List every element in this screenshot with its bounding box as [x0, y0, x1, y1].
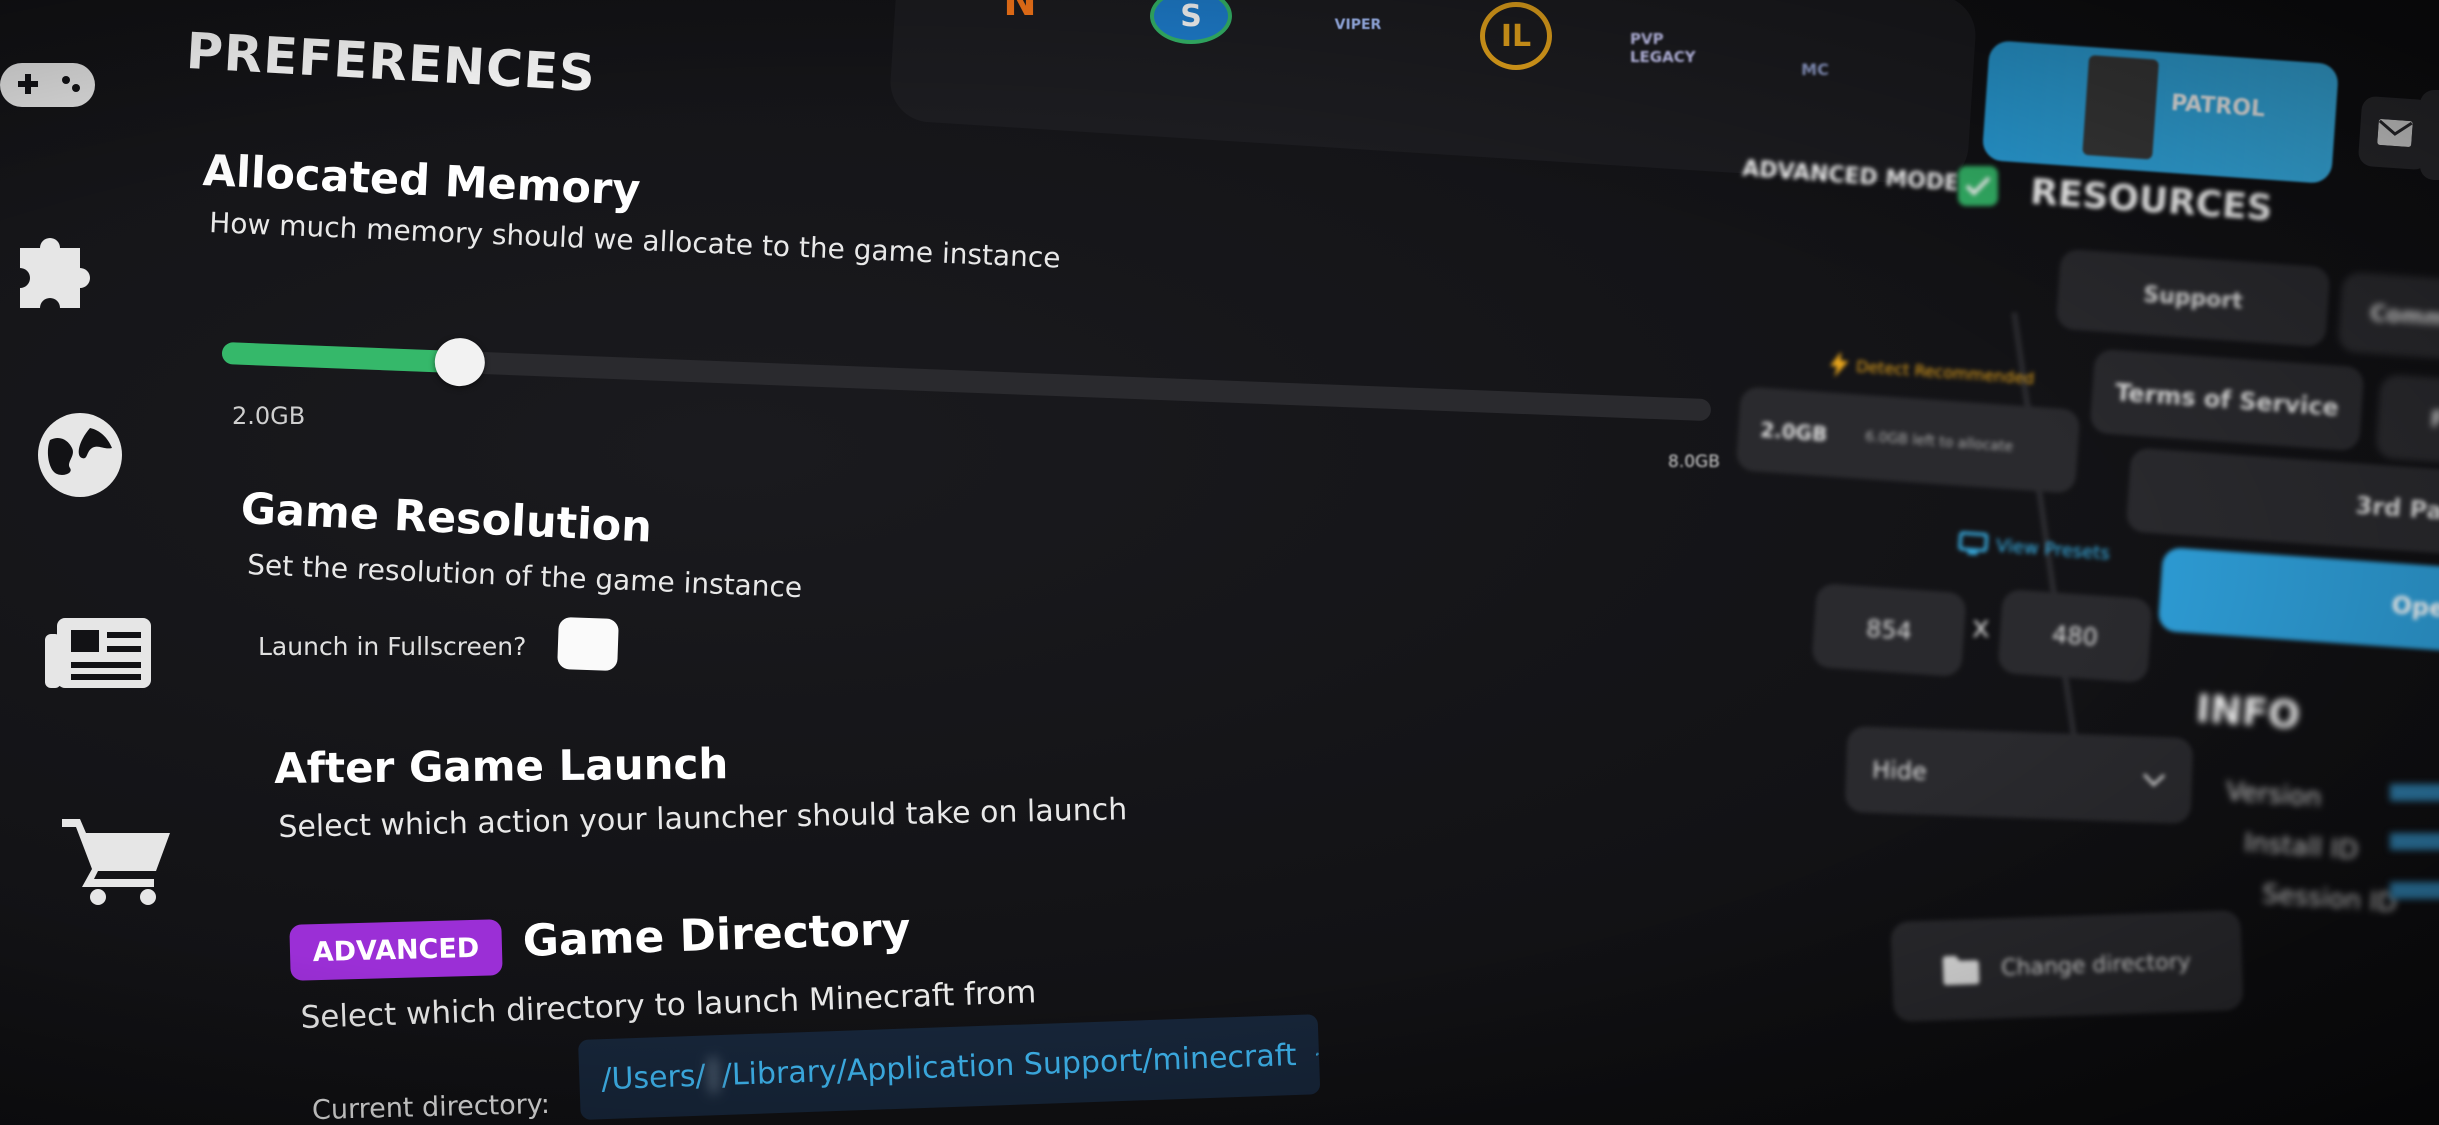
after-launch-selected: Hide [1871, 755, 1928, 786]
fullscreen-label: Launch in Fullscreen? [258, 632, 527, 661]
sidebar [0, 0, 170, 1125]
redacted-username [708, 1057, 719, 1094]
launcher-window: PREFERENCES Allocated Memory How much me… [0, 0, 2439, 1125]
after-launch-description: Select which action your launcher should… [278, 792, 1128, 845]
advanced-badge: ADVANCED [289, 919, 503, 981]
more-button[interactable] [2420, 90, 2439, 180]
resolution-width-input[interactable]: 854 [1811, 582, 1967, 678]
bolt-icon [1830, 351, 1849, 378]
install-id-label: Install ID [2243, 828, 2360, 866]
memory-input[interactable]: 2.0GB 6.0GB left to allocate [1735, 386, 2081, 494]
memory-heading: Allocated Memory [201, 146, 642, 216]
folder-icon [1942, 955, 1980, 986]
support-link[interactable]: Support [2055, 248, 2331, 348]
vertical-divider [2011, 312, 2087, 808]
directory-path-prefix: /Users/ [600, 1058, 707, 1097]
other-link[interactable]: F [2375, 373, 2439, 467]
profile-name: PATROL [2170, 90, 2266, 123]
avatar [2082, 54, 2160, 160]
directory-description: Select which directory to launch Minecra… [300, 974, 1037, 1036]
memory-max-label: 8.0GB [1668, 452, 1720, 472]
page-title: PREFERENCES [184, 22, 598, 103]
resolution-times: x [1972, 610, 1990, 645]
community-link[interactable]: Comm [2337, 271, 2439, 365]
slider-thumb[interactable] [434, 337, 487, 388]
memory-slider[interactable] [221, 337, 1712, 422]
memory-description: How much memory should we allocate to th… [208, 206, 1062, 275]
resolution-heading: Game Resolution [239, 484, 654, 553]
profile-card[interactable]: PATROL [1981, 40, 2340, 185]
server-logo-viper[interactable]: VIPER [1318, 0, 1398, 50]
monitor-icon [1958, 531, 1989, 556]
terms-link[interactable]: Terms of Service [2089, 348, 2365, 452]
directory-path-suffix: /Library/Application Support/minecraft [721, 1037, 1298, 1093]
after-launch-heading: After Game Launch [274, 739, 729, 793]
info-heading: INFO [2194, 686, 2302, 738]
newspaper-icon[interactable] [45, 612, 155, 692]
cart-icon[interactable] [62, 815, 172, 905]
fullscreen-checkbox[interactable] [557, 616, 619, 672]
view-presets-label: View Presets [1995, 534, 2111, 564]
memory-left-label: 6.0GB left to allocate [1864, 429, 2014, 456]
third-party-link[interactable]: 3rd Party Lic [2125, 447, 2439, 561]
version-label: Version [2225, 776, 2323, 814]
globe-icon[interactable] [30, 410, 130, 500]
puzzle-icon[interactable] [10, 228, 110, 308]
view-presets-link[interactable]: View Presets [1957, 531, 2111, 566]
slider-fill [221, 342, 461, 374]
open-log-button[interactable]: Open Log [2157, 546, 2439, 658]
directory-path-box: /Users/ /Library/Application Support/min… [578, 1014, 1321, 1120]
detect-label: Detect Recommended [1855, 356, 2035, 388]
server-logo-mc[interactable]: MC [1780, 34, 1850, 104]
advanced-mode-checkbox[interactable] [1958, 166, 1998, 206]
chevron-down-icon [2143, 773, 2166, 787]
directory-heading: Game Directory [522, 903, 912, 967]
info-values [2390, 770, 2439, 910]
mail-icon [2377, 119, 2413, 147]
memory-input-value: 2.0GB [1759, 417, 1829, 447]
gamepad-icon[interactable] [0, 50, 95, 120]
change-directory-button[interactable]: Change directory [1890, 909, 2244, 1023]
resources-heading: RESOURCES [2028, 171, 2274, 230]
resolution-description: Set the resolution of the game instance [246, 548, 803, 605]
resolution-height-input[interactable]: 480 [1997, 588, 2153, 684]
detect-recommended-link[interactable]: Detect Recommended [1829, 351, 2035, 391]
copy-icon[interactable] [1316, 1039, 1320, 1069]
after-launch-select[interactable]: Hide [1844, 725, 2194, 825]
server-logo-pvp[interactable]: PVP LEGACY [1630, 20, 1710, 76]
memory-value-label: 2.0GB [232, 402, 306, 430]
session-id-label: Session ID [2261, 879, 2399, 919]
check-icon [1965, 176, 1991, 196]
current-directory-label: Current directory: [311, 1088, 551, 1125]
change-directory-label: Change directory [2000, 949, 2192, 981]
server-logo-il[interactable]: IL [1480, 2, 1552, 70]
